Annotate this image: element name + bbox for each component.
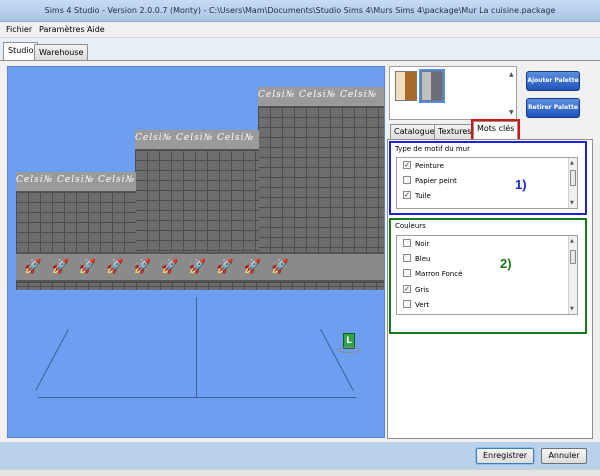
scroll-up-icon[interactable]: ▲: [570, 160, 574, 166]
lot-marker-ring: [337, 347, 361, 353]
checkbox-checked[interactable]: ✓: [403, 161, 411, 169]
annotation-number-1: 1): [515, 177, 527, 192]
tab-catalogue[interactable]: Catalogue: [390, 124, 439, 139]
floor-guide-line: [196, 297, 197, 397]
checkbox-unchecked[interactable]: [403, 176, 411, 184]
status-bar: [0, 469, 600, 476]
motif-item-peinture[interactable]: ✓ Peinture: [403, 161, 444, 170]
wall-signature: Celsi№: [135, 133, 173, 143]
motif-item-papier-peint[interactable]: Papier peint: [403, 176, 457, 185]
frieze-motif-icon: 🚀: [243, 259, 271, 275]
frieze-motif-icon: 🚀: [270, 259, 299, 275]
swatch-brown[interactable]: [395, 71, 417, 101]
main-tab-strip: Studio Warehouse: [0, 38, 600, 60]
color-item-bleu[interactable]: Bleu: [403, 254, 431, 263]
frieze-motif-icon: 🚀: [161, 259, 189, 275]
remove-palette-button[interactable]: Retirer Palette: [526, 98, 580, 118]
scroll-down-icon[interactable]: ▼: [570, 200, 574, 206]
checkbox-checked[interactable]: ✓: [403, 285, 411, 293]
motif-group-label: Type de motif du mur: [395, 145, 470, 153]
wall-signature: Celsi№: [16, 175, 54, 185]
floor-guide-line: [35, 328, 69, 392]
frieze-motif-icon: 🚀: [188, 259, 217, 275]
scroll-down-icon[interactable]: ▼: [570, 306, 574, 312]
wall-signature: Celsi№: [258, 90, 296, 100]
motif-scrollbar[interactable]: ▲ ▼: [568, 158, 577, 208]
tab-mots-cles[interactable]: Mots clés: [470, 119, 521, 141]
wall-frieze: 🚀🚀🚀🚀🚀🚀🚀🚀🚀🚀: [16, 252, 384, 282]
wall-signature: Celsi№: [175, 133, 214, 143]
scroll-up-icon[interactable]: ▲: [570, 238, 574, 244]
checkbox-unchecked[interactable]: [403, 254, 411, 262]
cancel-button[interactable]: Annuler: [541, 448, 587, 464]
checkbox-checked[interactable]: ✓: [403, 191, 411, 199]
wall-signature: Celsi№: [56, 175, 95, 185]
motif-list[interactable]: ✓ Peinture Papier peint ✓ Tuile ▲ ▼: [396, 157, 578, 209]
save-button[interactable]: Enregistrer: [475, 447, 535, 465]
frieze-motif-icon: 🚀: [51, 259, 79, 275]
floor-guide-line: [38, 397, 356, 398]
frieze-motif-icon: 🚀: [216, 259, 244, 275]
scroll-up-icon[interactable]: ▲: [509, 71, 514, 78]
wall-signature: Celsi№: [298, 90, 337, 100]
title-bar: Sims 4 Studio - Version 2.0.0.7 (Monty) …: [0, 0, 600, 22]
checkbox-unchecked[interactable]: [403, 239, 411, 247]
annotation-number-2: 2): [500, 256, 512, 271]
wall-signature: Celsi№: [339, 90, 378, 100]
color-item-marron-fonce[interactable]: Marron Foncé: [403, 269, 462, 278]
color-scrollbar[interactable]: ▲ ▼: [568, 236, 577, 314]
scroll-thumb[interactable]: [570, 170, 576, 186]
color-item-vert[interactable]: Vert: [403, 300, 429, 309]
frieze-motif-icon: 🚀: [106, 259, 134, 275]
swatch-list: ▲ ▼: [389, 66, 517, 120]
menu-bar: Fichier Paramètres Aide: [0, 22, 600, 38]
color-list[interactable]: Noir Bleu Marron Foncé ✓ Gris Vert ▲ ▼: [396, 235, 578, 315]
color-item-noir[interactable]: Noir: [403, 239, 429, 248]
frieze-motif-icon: 🚀: [133, 259, 162, 275]
swatch-grey-selected[interactable]: [419, 69, 445, 103]
color-item-gris[interactable]: ✓ Gris: [403, 285, 429, 294]
color-group-label: Couleurs: [395, 222, 426, 230]
motif-item-tuile[interactable]: ✓ Tuile: [403, 191, 431, 200]
wall-base: [16, 282, 384, 290]
wall-header-middle: Celsi№ Celsi№ Celsi№: [135, 130, 259, 150]
wall-header-short: Celsi№ Celsi№ Celsi№: [16, 172, 136, 192]
tab-textures[interactable]: Textures: [434, 124, 476, 139]
add-palette-button[interactable]: Ajouter Palette: [526, 71, 580, 91]
checkbox-unchecked[interactable]: [403, 300, 411, 308]
menu-fichier[interactable]: Fichier: [6, 25, 32, 34]
frieze-motif-icon: 🚀: [24, 259, 52, 275]
tab-warehouse[interactable]: Warehouse: [34, 44, 89, 60]
scroll-down-icon[interactable]: ▼: [509, 109, 514, 116]
preview-viewport[interactable]: Celsi№ Celsi№ Celsi№ Celsi№ Celsi№ Celsi…: [7, 66, 385, 438]
menu-aide[interactable]: Aide: [87, 25, 105, 34]
scroll-thumb[interactable]: [570, 250, 576, 264]
window-title: Sims 4 Studio - Version 2.0.0.7 (Monty) …: [44, 6, 556, 15]
wall-signature: Celsi№: [216, 133, 255, 143]
menu-parametres[interactable]: Paramètres: [39, 25, 85, 34]
frieze-motif-icon: 🚀: [78, 259, 107, 275]
wall-signature: Celsi№: [97, 175, 136, 185]
wall-header-tall: Celsi№ Celsi№ Celsi№: [258, 87, 384, 107]
checkbox-unchecked[interactable]: [403, 269, 411, 277]
